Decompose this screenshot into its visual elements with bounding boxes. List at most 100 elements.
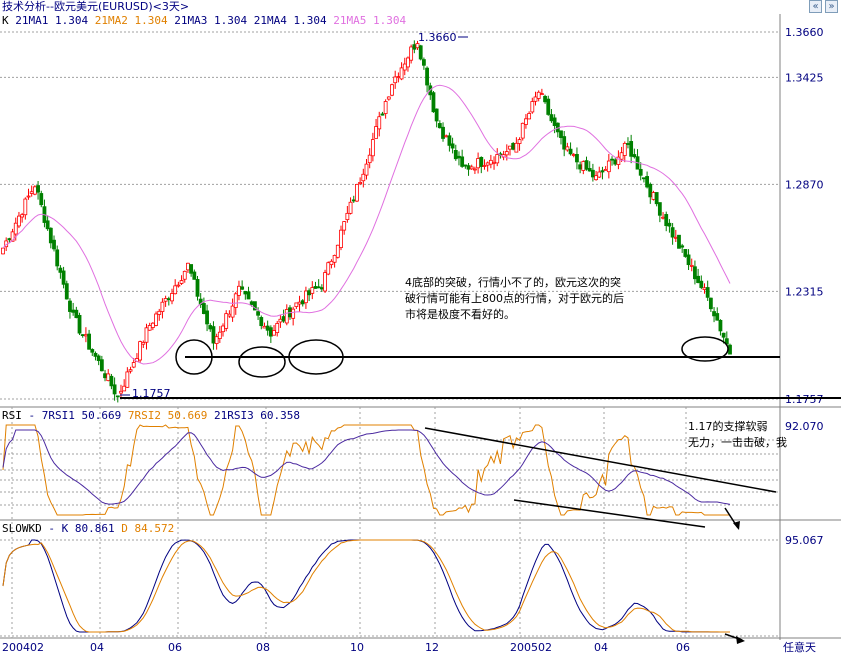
candle-body	[457, 155, 461, 159]
candle-body	[243, 290, 248, 295]
candle-body	[339, 229, 343, 248]
legend-item: 1.304	[128, 14, 168, 27]
candle-body	[201, 303, 206, 315]
candle-body	[661, 216, 665, 219]
legend-item: SLOWKD	[2, 522, 42, 535]
candle-body	[396, 76, 401, 78]
candle-body	[13, 222, 18, 235]
candle-body	[712, 311, 716, 317]
candle-body	[170, 293, 174, 302]
candle-body	[543, 95, 547, 103]
candle-body	[300, 300, 305, 305]
candle-body	[402, 63, 407, 71]
candle-body	[441, 126, 445, 139]
candle-body	[20, 214, 25, 218]
candle-body	[524, 118, 528, 125]
candle-body	[562, 136, 567, 150]
main-annotation-line1: 4底部的突破，行情小不了的，欧元这次的突	[405, 275, 621, 289]
candle-body	[342, 221, 347, 231]
candle-body	[667, 222, 672, 227]
candle-body	[64, 283, 69, 300]
candle-body	[482, 165, 487, 167]
candle-body	[370, 139, 375, 157]
candle-body	[240, 286, 245, 290]
candle-body	[179, 280, 184, 284]
candle-body	[115, 395, 120, 398]
legend-item: 1.304	[48, 14, 88, 27]
candle-body	[530, 101, 535, 113]
candle-body	[173, 285, 178, 295]
candle-body	[488, 159, 493, 165]
candle-body	[606, 160, 611, 173]
candle-body	[84, 334, 88, 337]
candle-body	[705, 287, 710, 298]
candle-body	[93, 352, 98, 357]
candle-body	[587, 168, 592, 172]
candle-body	[29, 191, 34, 194]
candle-body	[163, 298, 168, 302]
candle-body	[227, 313, 232, 317]
candle-body	[514, 142, 519, 153]
candle-body	[654, 192, 659, 205]
candle-body	[160, 301, 165, 312]
candle-body	[539, 93, 544, 96]
candle-body	[87, 333, 91, 350]
candle-body	[99, 359, 104, 372]
candle-body	[332, 255, 337, 263]
legend-item: 50.669	[75, 409, 121, 422]
legend-item: 60.358	[254, 409, 300, 422]
candle-body	[157, 310, 162, 315]
legend-item: 21MA1	[9, 14, 49, 27]
candle-body	[463, 164, 468, 167]
candle-body	[648, 183, 653, 198]
rsi-y-tick-label: 92.070	[785, 420, 824, 433]
double-right-arrow-icon[interactable]: »	[825, 0, 838, 13]
candle-body	[265, 325, 270, 331]
candle-body	[313, 286, 318, 289]
candle-body	[578, 164, 583, 170]
candle-body	[693, 266, 697, 280]
x-tick-label: 06	[676, 641, 690, 654]
candle-body	[125, 371, 130, 388]
candle-body	[195, 278, 200, 297]
candle-body	[450, 143, 455, 149]
chart-canvas: 技术分析--欧元美元(EURUSD)<3天> 1.3660 1.3425 1.287…	[0, 0, 841, 655]
legend-item: 84.572	[128, 522, 174, 535]
candle-body	[154, 313, 158, 326]
candle-body	[552, 117, 557, 126]
legend-item: 21MA5	[327, 14, 367, 27]
candle-body	[319, 287, 324, 290]
candle-body	[702, 287, 707, 290]
candle-body	[696, 275, 701, 283]
candle-body	[233, 293, 238, 308]
candle-body	[699, 280, 704, 288]
candle-body	[7, 238, 12, 241]
candle-body	[645, 176, 649, 188]
legend-item: 1.304	[366, 14, 406, 27]
candle-body	[504, 151, 509, 156]
candle-body	[26, 195, 31, 198]
candle-body	[329, 260, 334, 266]
candle-body	[58, 267, 63, 273]
candle-body	[517, 139, 522, 144]
main-annotation-line2: 破行情可能有上800点的行情，对于欧元的后	[405, 291, 624, 305]
candle-body	[536, 91, 541, 99]
candle-body	[568, 148, 573, 155]
candle-body	[326, 262, 331, 275]
candle-body	[590, 169, 595, 178]
candle-body	[546, 98, 551, 115]
candle-body	[345, 212, 350, 221]
legend-item: 7RSI2	[121, 409, 161, 422]
candle-body	[80, 334, 85, 336]
x-tick-label: 200402	[2, 641, 44, 654]
candle-body	[670, 227, 675, 238]
double-left-arrow-icon[interactable]: «	[809, 0, 822, 13]
candle-body	[307, 290, 312, 296]
candle-body	[492, 161, 496, 164]
candle-body	[109, 375, 114, 387]
candle-body	[431, 92, 436, 113]
legend-item: 21RSI3	[207, 409, 253, 422]
candle-body	[119, 390, 123, 394]
candle-body	[527, 113, 532, 120]
legend-item: 21MA4	[247, 14, 287, 27]
